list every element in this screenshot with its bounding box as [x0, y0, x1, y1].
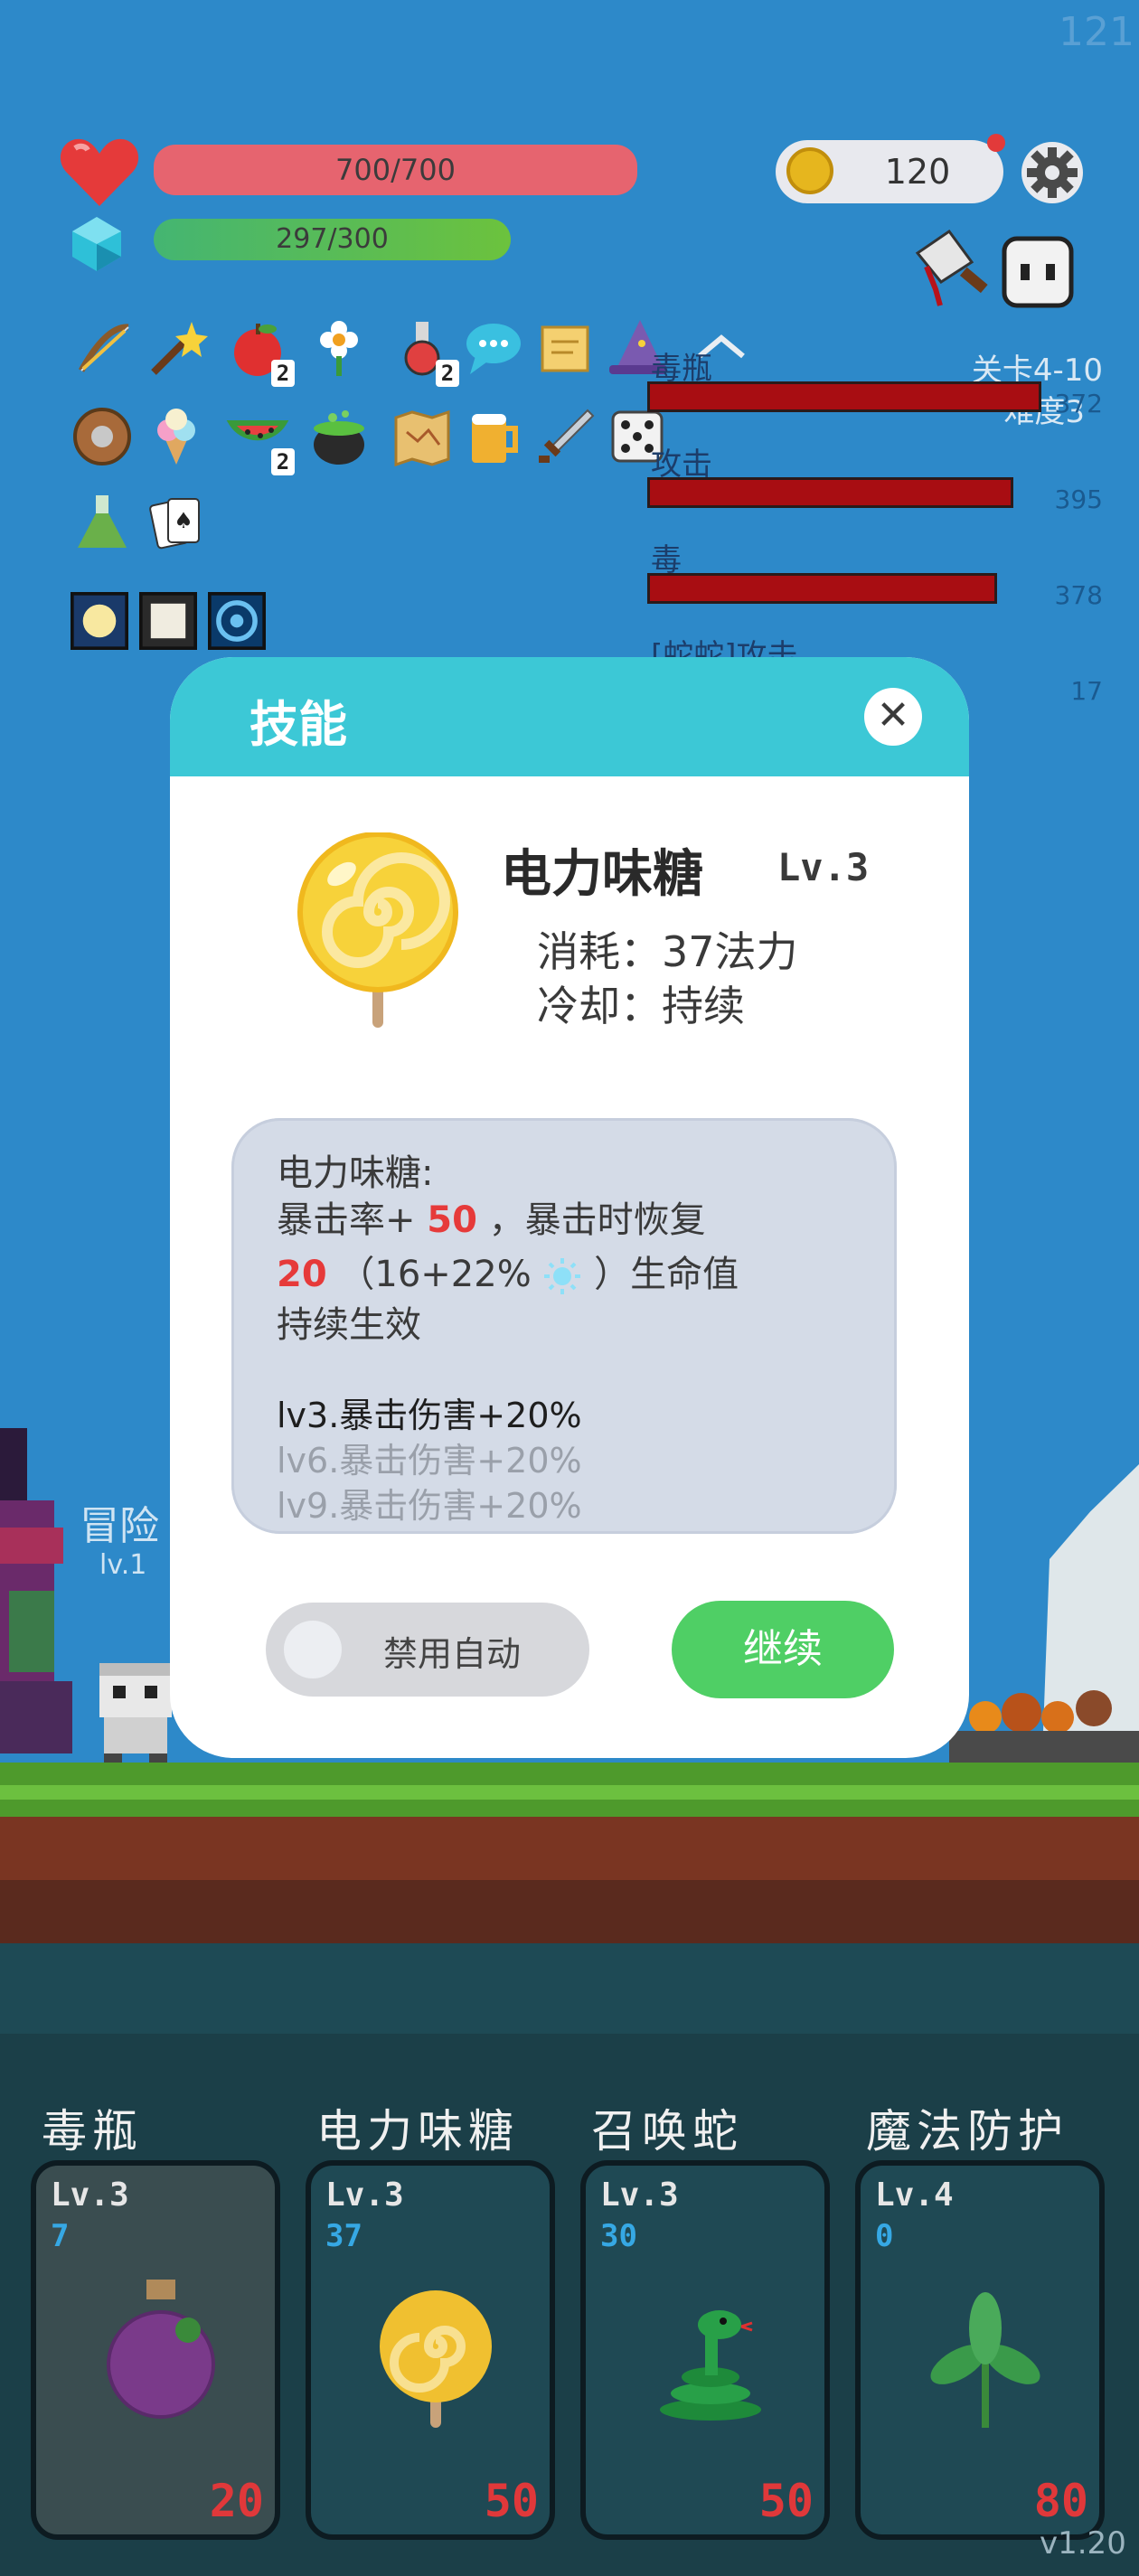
apple-icon[interactable]: 2 — [226, 316, 295, 387]
skill-card-cost: 37 — [325, 2218, 362, 2254]
skill-card-level: Lv.3 — [51, 2176, 129, 2214]
settings-gear-icon[interactable] — [1020, 140, 1085, 205]
sun-icon — [542, 1256, 582, 1296]
cleaver-icon — [908, 226, 995, 313]
heal-formula-open: （16+22% — [338, 1254, 532, 1295]
skill-card-level: Lv.3 — [600, 2176, 679, 2214]
notification-dot — [987, 134, 1005, 152]
upgrade-lv9: lv9.暴击伤害+20% — [277, 1486, 582, 1526]
skill-card-number: 80 — [1033, 2475, 1088, 2527]
skill-card[interactable]: Lv.3 7 20 — [31, 2160, 280, 2540]
skill-card[interactable]: Lv.3 30 50 — [580, 2160, 830, 2540]
description-duration: 持续生效 — [277, 1304, 421, 1346]
close-button[interactable]: ✕ — [864, 688, 922, 746]
sword-icon[interactable] — [533, 405, 597, 468]
flower-icon[interactable] — [307, 316, 371, 380]
continue-button[interactable]: 继续 — [672, 1601, 894, 1698]
damage-stat-bar — [647, 477, 1013, 508]
description-crit-line: 暴击率+ 50 ，暴击时恢复 — [277, 1190, 706, 1243]
item-count-badge: 2 — [271, 360, 295, 387]
dirt-dark-layer — [0, 1880, 1139, 1943]
skill-dialog: 技能 ✕ 电力味糖 Lv.3 消耗：37法力 冷却：持续 电力味糖: 暴击率+ … — [170, 657, 969, 1758]
adventurer-level: lv.1 — [99, 1549, 147, 1581]
skill-card-title: 召唤蛇 — [591, 2105, 743, 2158]
mana-bar: 297/300 — [154, 219, 511, 260]
heal-formula-close: ）生命值 — [594, 1254, 739, 1295]
skill-card-level: Lv.3 — [325, 2176, 404, 2214]
crit-suffix: ，暴击时恢复 — [488, 1199, 706, 1241]
skill-card-title: 毒瓶 — [42, 2105, 143, 2158]
ice-cream-icon[interactable] — [145, 405, 208, 468]
monster-sprite — [0, 1428, 81, 1753]
crit-prefix: 暴击率+ — [277, 1199, 416, 1241]
skill-name: 电力味糖 — [501, 845, 703, 904]
scroll-icon[interactable] — [533, 316, 597, 380]
skill-cooldown: 冷却：持续 — [537, 982, 745, 1030]
fps-counter: 121 — [1059, 9, 1134, 55]
skill-card-number: 50 — [484, 2475, 539, 2527]
skill-card-title: 魔法防护 — [866, 2105, 1068, 2158]
cards-icon[interactable]: ♠ — [145, 490, 208, 553]
speech-bubble-icon[interactable] — [461, 316, 524, 380]
description-title: 电力味糖: — [277, 1152, 434, 1194]
damage-stat-bar — [647, 573, 997, 604]
item-count-badge: 2 — [436, 360, 459, 387]
heart-icon — [59, 136, 140, 208]
skill-card-cost: 7 — [51, 2218, 70, 2254]
mana-crystal-icon — [71, 215, 123, 273]
heal-value: 20 — [277, 1254, 327, 1295]
snake-icon — [647, 2274, 774, 2437]
rune-white-icon[interactable] — [139, 592, 197, 650]
skill-card-title: 电力味糖 — [316, 2105, 519, 2158]
poison-bottle-icon — [98, 2274, 224, 2437]
shield-icon[interactable] — [71, 405, 134, 468]
skill-card-cost: 30 — [600, 2218, 637, 2254]
skill-card[interactable]: Lv.3 37 50 — [306, 2160, 555, 2540]
ghost-icon — [999, 233, 1077, 311]
bow-icon[interactable] — [71, 316, 134, 380]
dialog-title: 技能 — [249, 696, 347, 753]
crit-value: 50 — [427, 1199, 477, 1241]
health-bar: 700/700 — [154, 145, 637, 195]
skill-card[interactable]: Lv.4 0 80 — [855, 2160, 1105, 2540]
map-icon[interactable] — [391, 405, 454, 468]
svg-text:♠: ♠ — [174, 508, 193, 533]
skill-description-box: 电力味糖: 暴击率+ 50 ，暴击时恢复 20 （16+22% ）生命值 持续生… — [231, 1118, 897, 1534]
damage-stat-value: 378 — [1054, 580, 1103, 610]
toggle-knob[interactable] — [284, 1621, 342, 1678]
skill-card-level: Lv.4 — [875, 2176, 954, 2214]
flask-icon[interactable] — [71, 490, 134, 553]
item-count-badge: 2 — [271, 448, 295, 475]
leaf-icon — [922, 2274, 1049, 2437]
skill-card-number: 50 — [758, 2475, 814, 2527]
skill-card-number: 20 — [209, 2475, 264, 2527]
potion-icon[interactable]: 2 — [391, 316, 459, 387]
damage-stat-value: 17 — [1070, 676, 1103, 706]
watermelon-icon[interactable]: 2 — [226, 405, 295, 475]
description-heal-line: 20 （16+22% ）生命值 — [277, 1245, 739, 1297]
damage-stat-value: 372 — [1054, 389, 1103, 418]
grass-highlight — [0, 1785, 1139, 1800]
cauldron-icon[interactable] — [307, 405, 371, 468]
rune-blue-icon[interactable] — [208, 592, 266, 650]
magic-wand-icon[interactable] — [145, 316, 208, 380]
skill-cost: 消耗：37法力 — [537, 927, 798, 976]
version-label: v1.20 — [1040, 2525, 1126, 2562]
coin-icon — [786, 147, 833, 194]
adventurer-label: 冒险 — [80, 1503, 159, 1549]
damage-stat-value: 395 — [1054, 484, 1103, 514]
upgrade-lv6: lv6.暴击伤害+20% — [277, 1441, 582, 1481]
damage-stat-bar — [647, 381, 1041, 412]
lollipop-icon — [372, 2274, 499, 2437]
toggle-label: 禁用自动 — [383, 1634, 522, 1674]
coin-value: 120 — [884, 152, 951, 192]
upgrade-lv3: lv3.暴击伤害+20% — [277, 1396, 582, 1435]
fire-rocks — [949, 1681, 1139, 1763]
skill-level: Lv.3 — [777, 845, 870, 889]
rune-yellow-icon[interactable] — [71, 592, 128, 650]
skill-card-cost: 0 — [875, 2218, 894, 2254]
beer-icon[interactable] — [461, 405, 524, 468]
lollipop-icon — [297, 832, 459, 1031]
